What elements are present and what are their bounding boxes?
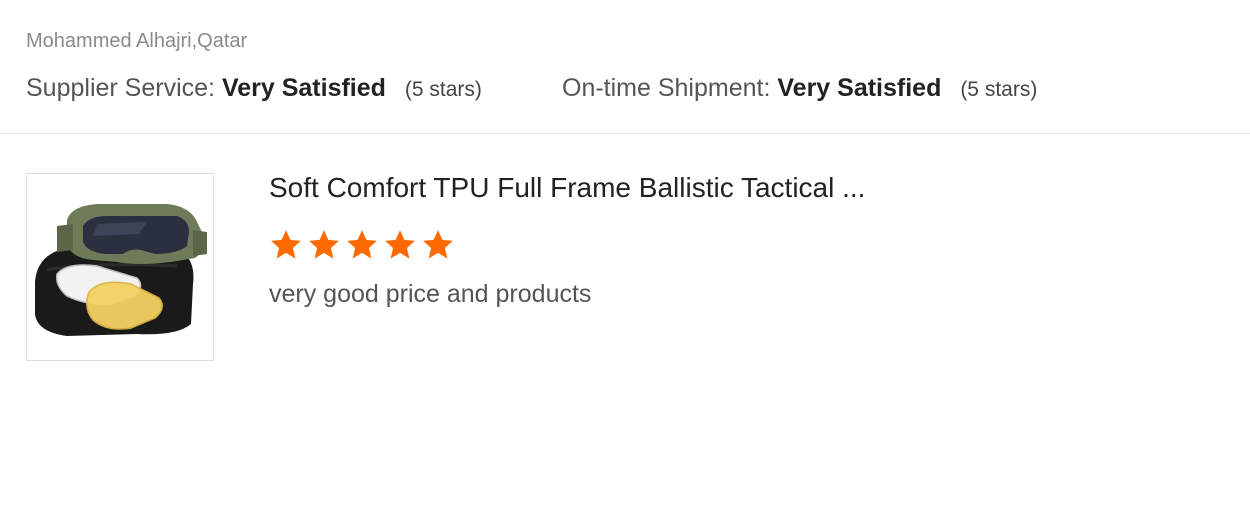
supplier-service-stars-note: (5 stars) — [404, 78, 482, 101]
supplier-service-label: Supplier Service: — [26, 74, 215, 102]
on-time-shipment-rating: On-time Shipment: Very Satisfied (5 star… — [562, 74, 1037, 103]
star-icon — [423, 230, 453, 259]
supplier-service-rating: Supplier Service: Very Satisfied (5 star… — [26, 74, 482, 103]
product-title[interactable]: Soft Comfort TPU Full Frame Ballistic Ta… — [269, 172, 865, 204]
on-time-shipment-label: On-time Shipment: — [562, 74, 771, 102]
product-thumbnail[interactable] — [26, 173, 214, 361]
star-icon — [347, 230, 377, 259]
section-divider — [0, 133, 1250, 134]
star-icon — [309, 230, 339, 259]
on-time-shipment-value: Very Satisfied — [777, 74, 942, 102]
reviewer-name: Mohammed Alhajri,Qatar — [26, 30, 248, 52]
star-icon — [271, 230, 301, 259]
supplier-service-value: Very Satisfied — [221, 74, 386, 102]
star-icon — [385, 230, 415, 259]
review-comment: very good price and products — [269, 280, 592, 308]
tactical-goggles-image — [35, 204, 207, 336]
on-time-shipment-stars-note: (5 stars) — [960, 78, 1038, 101]
product-star-rating — [269, 228, 455, 264]
